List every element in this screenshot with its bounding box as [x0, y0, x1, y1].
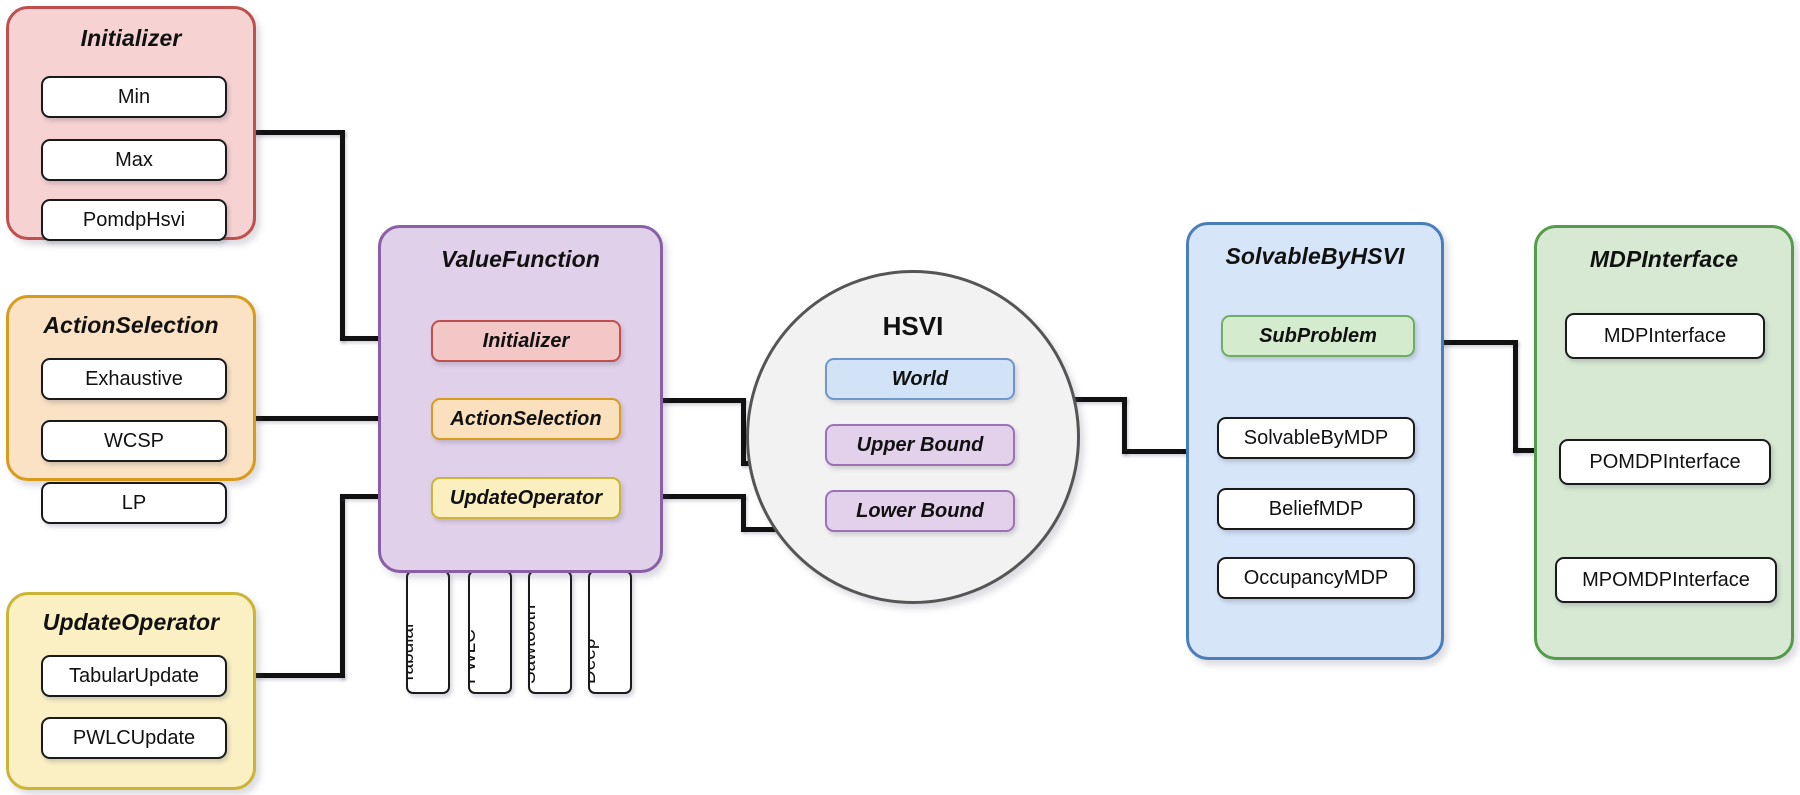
- ref-chip-lower-bound[interactable]: Lower Bound: [825, 490, 1015, 532]
- ref-chip-world[interactable]: World: [825, 358, 1015, 400]
- list-item[interactable]: OccupancyMDP: [1217, 557, 1415, 599]
- list-item[interactable]: MDPInterface: [1565, 313, 1765, 359]
- wire-initializer-h1: [255, 130, 345, 135]
- tab-deep-label: Deep: [588, 638, 600, 684]
- group-value-function[interactable]: ValueFunction Initializer ActionSelectio…: [378, 225, 663, 573]
- diagram-canvas: Initializer Min Max PomdpHsvi ActionSele…: [0, 0, 1800, 795]
- ref-chip-update-operator[interactable]: UpdateOperator: [431, 477, 621, 519]
- wire-world-v: [1122, 397, 1127, 454]
- group-value-function-title: ValueFunction: [441, 246, 600, 272]
- wire-updateoperator-v: [340, 494, 345, 678]
- group-solvable-by-hsvi-title: SolvableByHSVI: [1225, 243, 1405, 269]
- group-update-operator[interactable]: UpdateOperator TabularUpdate PWLCUpdate: [6, 592, 256, 790]
- list-item[interactable]: Max: [41, 139, 227, 181]
- wire-vf-upper-h1: [660, 398, 746, 403]
- list-item[interactable]: Exhaustive: [41, 358, 227, 400]
- list-item[interactable]: BeliefMDP: [1217, 488, 1415, 530]
- tab-pwlc[interactable]: PWLC: [468, 570, 512, 694]
- list-item[interactable]: MPOMDPInterface: [1555, 557, 1777, 603]
- hsvi-title: HSVI: [882, 311, 944, 341]
- list-item[interactable]: PomdpHsvi: [41, 199, 227, 241]
- list-item[interactable]: Min: [41, 76, 227, 118]
- ref-chip-initializer[interactable]: Initializer: [431, 320, 621, 362]
- wire-updateoperator-h1: [255, 673, 345, 678]
- tab-tabular[interactable]: Tabular: [406, 570, 450, 694]
- wire-subproblem-v: [1513, 340, 1518, 453]
- wire-vf-lower-h1: [660, 494, 746, 499]
- group-action-selection[interactable]: ActionSelection Exhaustive WCSP LP: [6, 295, 256, 524]
- ref-chip-subproblem[interactable]: SubProblem: [1221, 315, 1415, 357]
- tab-tabular-label: Tabular: [406, 621, 418, 684]
- list-item[interactable]: WCSP: [41, 420, 227, 462]
- list-item[interactable]: PWLCUpdate: [41, 717, 227, 759]
- list-item[interactable]: LP: [41, 482, 227, 524]
- list-item[interactable]: TabularUpdate: [41, 655, 227, 697]
- tab-sawtooth[interactable]: Sawtooth: [528, 570, 572, 694]
- tab-sawtooth-label: Sawtooth: [528, 604, 540, 684]
- tab-deep[interactable]: Deep: [588, 570, 632, 694]
- group-solvable-by-hsvi[interactable]: SolvableByHSVI SubProblem SolvableByMDP …: [1186, 222, 1444, 660]
- ref-chip-upper-bound[interactable]: Upper Bound: [825, 424, 1015, 466]
- tab-pwlc-label: PWLC: [468, 629, 480, 684]
- wire-initializer-v: [340, 130, 345, 341]
- group-update-operator-title: UpdateOperator: [42, 609, 220, 635]
- group-initializer-title: Initializer: [80, 25, 182, 51]
- ref-chip-action-selection[interactable]: ActionSelection: [431, 398, 621, 440]
- group-mdp-interface[interactable]: MDPInterface MDPInterface POMDPInterface…: [1534, 225, 1794, 660]
- list-item[interactable]: POMDPInterface: [1559, 439, 1771, 485]
- hsvi-circle[interactable]: HSVI World Upper Bound Lower Bound: [746, 270, 1080, 604]
- wire-vf-lower-v: [741, 494, 746, 530]
- list-item[interactable]: SolvableByMDP: [1217, 417, 1415, 459]
- wire-world-h2: [1122, 449, 1192, 454]
- group-mdp-interface-title: MDPInterface: [1589, 246, 1739, 272]
- group-initializer[interactable]: Initializer Min Max PomdpHsvi: [6, 6, 256, 241]
- group-action-selection-title: ActionSelection: [43, 312, 219, 338]
